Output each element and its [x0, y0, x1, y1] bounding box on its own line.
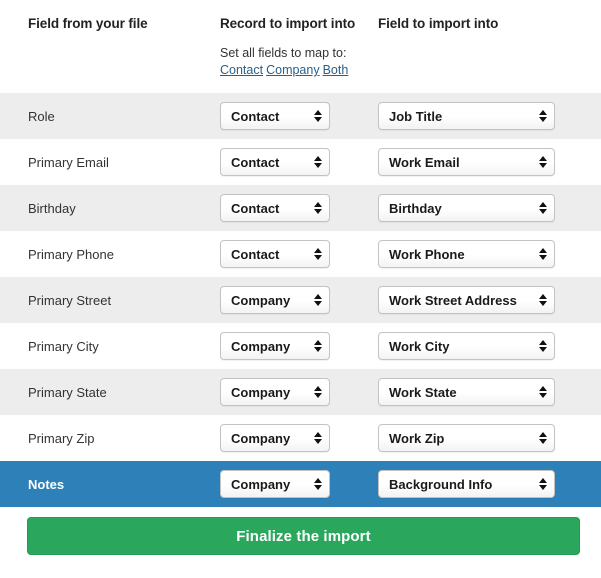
source-field-label: Primary Phone	[28, 246, 114, 262]
column-header-record: Record to import into	[220, 16, 356, 31]
record-type-select[interactable]: Company	[220, 424, 330, 452]
set-all-fields-label: Set all fields to map to:	[220, 46, 347, 60]
record-type-select-value: Contact	[231, 246, 280, 262]
up-down-chevron-icon	[309, 425, 329, 451]
target-field-select-value: Work Zip	[389, 430, 445, 446]
column-header-source-field: Field from your file	[28, 16, 148, 31]
target-field-select[interactable]: Work Street Address	[378, 286, 555, 314]
record-type-select-value: Contact	[231, 200, 280, 216]
up-down-chevron-icon	[309, 287, 329, 313]
record-type-select[interactable]: Company	[220, 470, 330, 498]
up-down-chevron-icon	[309, 195, 329, 221]
footer: Finalize the import	[0, 507, 601, 577]
target-field-select[interactable]: Birthday	[378, 194, 555, 222]
target-field-select-value: Work State	[389, 384, 457, 400]
set-all-contact-link[interactable]: Contact	[220, 63, 263, 77]
target-field-select[interactable]: Work Email	[378, 148, 555, 176]
up-down-chevron-icon	[534, 195, 554, 221]
column-header-target-field: Field to import into	[378, 16, 499, 31]
set-all-both-link[interactable]: Both	[323, 63, 349, 77]
target-field-select-value: Job Title	[389, 108, 443, 124]
target-field-select[interactable]: Work Zip	[378, 424, 555, 452]
record-type-select[interactable]: Contact	[220, 194, 330, 222]
up-down-chevron-icon	[534, 425, 554, 451]
table-row: Primary City Company Work City	[0, 323, 601, 369]
target-field-select-value: Work Street Address	[389, 292, 517, 308]
up-down-chevron-icon	[534, 471, 554, 497]
table-header: Field from your file Record to import in…	[0, 0, 601, 93]
up-down-chevron-icon	[309, 333, 329, 359]
target-field-select-value: Work City	[389, 338, 450, 354]
source-field-label: Primary Zip	[28, 430, 95, 446]
up-down-chevron-icon	[309, 471, 329, 497]
target-field-select[interactable]: Work State	[378, 378, 555, 406]
record-type-select-value: Company	[231, 292, 291, 308]
table-row: Role Contact Job Title	[0, 93, 601, 139]
set-all-fields-links: Contact Company Both	[220, 62, 348, 78]
set-all-fields-block: Set all fields to map to: Contact Company…	[220, 45, 348, 78]
record-type-select[interactable]: Contact	[220, 102, 330, 130]
source-field-label: Primary Email	[28, 154, 109, 170]
up-down-chevron-icon	[534, 379, 554, 405]
up-down-chevron-icon	[534, 103, 554, 129]
up-down-chevron-icon	[309, 379, 329, 405]
up-down-chevron-icon	[534, 149, 554, 175]
up-down-chevron-icon	[534, 333, 554, 359]
table-row: Primary Street Company Work Street Address	[0, 277, 601, 323]
record-type-select-value: Contact	[231, 154, 280, 170]
up-down-chevron-icon	[309, 149, 329, 175]
record-type-select-value: Company	[231, 338, 291, 354]
table-row: Birthday Contact Birthday	[0, 185, 601, 231]
up-down-chevron-icon	[534, 287, 554, 313]
table-row: Primary Email Contact Work Email	[0, 139, 601, 185]
target-field-select[interactable]: Work Phone	[378, 240, 555, 268]
import-field-mapping-page: Field from your file Record to import in…	[0, 0, 601, 578]
record-type-select[interactable]: Company	[220, 286, 330, 314]
source-field-label: Primary State	[28, 384, 107, 400]
record-type-select-value: Contact	[231, 108, 280, 124]
source-field-label: Birthday	[28, 200, 76, 216]
up-down-chevron-icon	[534, 241, 554, 267]
target-field-select-value: Work Email	[389, 154, 460, 170]
record-type-select[interactable]: Company	[220, 332, 330, 360]
source-field-label: Primary City	[28, 338, 99, 354]
record-type-select[interactable]: Contact	[220, 148, 330, 176]
target-field-select-value: Work Phone	[389, 246, 465, 262]
table-row: Primary Zip Company Work Zip	[0, 415, 601, 461]
table-row: Primary State Company Work State	[0, 369, 601, 415]
table-row: Notes Company Background Info	[0, 461, 601, 507]
target-field-select[interactable]: Job Title	[378, 102, 555, 130]
record-type-select[interactable]: Contact	[220, 240, 330, 268]
record-type-select-value: Company	[231, 430, 291, 446]
target-field-select[interactable]: Work City	[378, 332, 555, 360]
source-field-label: Primary Street	[28, 292, 112, 308]
set-all-company-link[interactable]: Company	[266, 63, 320, 77]
up-down-chevron-icon	[309, 103, 329, 129]
record-type-select-value: Company	[231, 476, 291, 492]
record-type-select[interactable]: Company	[220, 378, 330, 406]
table-row: Primary Phone Contact Work Phone	[0, 231, 601, 277]
record-type-select-value: Company	[231, 384, 291, 400]
finalize-the-import-button[interactable]: Finalize the import	[27, 517, 580, 555]
target-field-select-value: Birthday	[389, 200, 442, 216]
target-field-select[interactable]: Background Info	[378, 470, 555, 498]
up-down-chevron-icon	[309, 241, 329, 267]
target-field-select-value: Background Info	[389, 476, 493, 492]
field-mapping-rows: Role Contact Job Title Primary Email Contact…	[0, 93, 601, 507]
source-field-label: Notes	[28, 476, 65, 492]
source-field-label: Role	[28, 108, 55, 124]
